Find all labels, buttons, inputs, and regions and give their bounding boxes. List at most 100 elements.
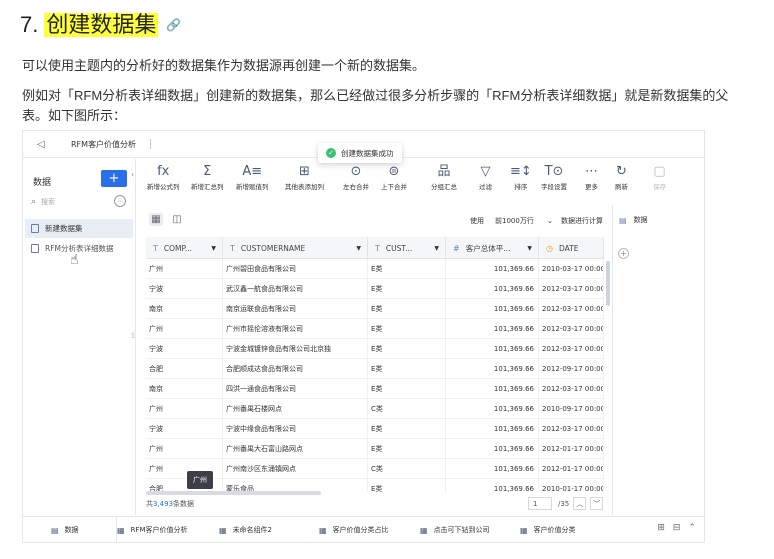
- toolbar-button-4[interactable]: ⊙ 左右合并: [343, 163, 369, 191]
- table-cell: 武汉鑫一航食品有限公司: [223, 279, 368, 299]
- layout-view-icon[interactable]: ◫: [170, 213, 184, 226]
- table-cell: 101,369.66: [446, 479, 539, 492]
- table-cell: E类: [368, 439, 446, 459]
- bottom-tab-0[interactable]: ▤ 数据: [51, 517, 117, 542]
- table-cell: 101,369.66: [446, 459, 539, 479]
- toolbar-icon: A≡: [242, 164, 263, 179]
- table-cell: 101,369.66: [446, 339, 539, 359]
- more-icon[interactable]: ⋯: [114, 195, 126, 207]
- table-cell: 2010-09-17 00:00:0: [539, 399, 604, 419]
- file-icon: [31, 224, 39, 233]
- table-row[interactable]: 广州广州南沙区东涌镇网点C类101,369.662012-01-17 00:00…: [146, 459, 604, 479]
- column-label: CUSTOMERNAME: [240, 243, 306, 253]
- rows-select[interactable]: 前1000万行 ⌄: [493, 214, 555, 227]
- caret-down-icon[interactable]: ▼: [356, 245, 361, 252]
- drag-handle[interactable]: ⁞⁞: [131, 331, 135, 340]
- bottom-tab-2[interactable]: ▦ 未命名组件2: [219, 517, 319, 542]
- toolbar-button-2[interactable]: A≡ 新增赋值列: [236, 163, 269, 191]
- add-component-icon[interactable]: ⊞: [657, 523, 665, 533]
- collapse-icon[interactable]: ‹: [131, 170, 134, 179]
- toolbar-button-3[interactable]: ⊞ 其他表添加列: [285, 163, 324, 191]
- bottom-tab-5[interactable]: ▦ 客户价值分类: [520, 517, 620, 542]
- table-row[interactable]: 宁波宁波中缘食品有限公司E类101,369.662012-03-17 00:00…: [146, 419, 604, 439]
- column-label: 客户总体平...: [465, 243, 511, 253]
- sidebar-item-rfm-detail[interactable]: RFM分析表详细数据: [25, 239, 133, 258]
- page-up-icon[interactable]: ︿: [573, 497, 587, 510]
- page-count: /35: [558, 499, 570, 508]
- horizontal-scrollbar[interactable]: [146, 491, 321, 495]
- toolbar-button-6[interactable]: 品分组汇总: [431, 163, 457, 191]
- caret-down-icon[interactable]: ▼: [211, 245, 216, 252]
- table-cell: E类: [368, 379, 446, 399]
- dashboard-icon: ▦: [520, 525, 528, 535]
- toolbar-button-5[interactable]: ⊜ 上下合并: [381, 163, 407, 191]
- table-cell: 宁波: [146, 419, 223, 439]
- bottom-tab-3[interactable]: ▦ 客户价值分类占比: [319, 517, 420, 542]
- table-row[interactable]: 广州 广州市摇伦溶液有限公司 E类 101,369.66 2012-03-17 00:0…: [146, 319, 604, 339]
- table-row[interactable]: 宁波 宁波金城镀锌食品有限公司北京独 E类 101,369.66 2012-03-17 …: [146, 339, 604, 359]
- column-header[interactable]: T CUSTOMERNAME ▼: [223, 237, 368, 259]
- table-cell: E类: [368, 419, 446, 439]
- column-header[interactable]: # 客户总体平... ▼: [446, 237, 539, 259]
- column-header[interactable]: T CUST... ▼: [368, 237, 446, 259]
- calc-label: 数据进行计算: [561, 217, 603, 225]
- column-header[interactable]: ◷ DATE: [539, 237, 604, 259]
- toolbar-button-12[interactable]: ▢ 保存: [653, 163, 666, 191]
- toolbar-icon: ≡↕: [510, 164, 532, 179]
- table-cell: 合肥顺成达食品有限公司: [223, 359, 368, 379]
- page-input[interactable]: 1: [528, 497, 552, 510]
- toolbar-label: 过滤: [479, 183, 492, 191]
- back-icon[interactable]: ◁: [37, 139, 53, 150]
- toast-text: 创建数据集成功: [341, 148, 394, 158]
- table-row[interactable]: 南京四洪一通食品有限公司E类101,369.662012-03-17 00:00…: [146, 379, 604, 399]
- table-cell: C类: [368, 399, 446, 419]
- bottom-tab-4[interactable]: ▦ 点击可下钻到公司: [420, 517, 520, 542]
- toolbar-button-10[interactable]: ⋯ 更多: [585, 163, 598, 191]
- table-cell: 101,369.66: [446, 419, 539, 439]
- toolbar-button-7[interactable]: ▽ 过滤: [479, 163, 492, 191]
- table-row[interactable]: 合肥 合肥顺成达食品有限公司 E类 101,369.66 2012-09-17 00:0…: [146, 359, 604, 379]
- table-row[interactable]: 宁波 武汉鑫一航食品有限公司 E类 101,369.66 2012-03-17 00:0…: [146, 279, 604, 299]
- table-row[interactable]: 广州广州番禺石楼网点C类101,369.662010-09-17 00:00:0: [146, 399, 604, 419]
- sidebar-search[interactable]: ⌕ 搜索: [31, 194, 111, 210]
- bottom-tab-1[interactable]: ▦ RFM客户价值分析: [117, 517, 219, 542]
- text-type-icon: T: [230, 243, 235, 253]
- page-down-icon[interactable]: ﹀: [590, 497, 604, 510]
- toolbar-label: 新增赋值列: [236, 183, 269, 191]
- add-dataset-button[interactable]: +: [101, 170, 127, 187]
- toolbar-button-0[interactable]: fx 新增公式列: [147, 163, 180, 191]
- grid-view-icon[interactable]: ▦: [149, 213, 163, 226]
- link-anchor-icon[interactable]: 🔗: [166, 18, 181, 32]
- bottom-tab-label: 客户价值分类: [533, 526, 576, 534]
- vertical-scrollbar[interactable]: [606, 261, 610, 306]
- add-dashboard-icon[interactable]: ⊟: [673, 523, 681, 533]
- doc-heading: 7. 创建数据集 🔗: [20, 12, 181, 38]
- toolbar-button-11[interactable]: ↻ 刷新: [615, 163, 628, 191]
- caret-down-icon[interactable]: ▼: [527, 245, 532, 252]
- toolbar-button-8[interactable]: ≡↕ 排序: [510, 163, 532, 191]
- caret-down-icon[interactable]: ▼: [434, 245, 439, 252]
- toolbar-icon: Σ: [203, 164, 212, 179]
- toolbar-label: 左右合并: [343, 183, 369, 191]
- right-panel-item[interactable]: ▤ 数据: [619, 215, 648, 225]
- bottom-tab-label: 未命名组件2: [232, 526, 273, 534]
- table-row[interactable]: 南京南京运联食品有限公司E类101,369.662012-03-17 00:00…: [146, 299, 604, 319]
- add-icon[interactable]: +: [618, 248, 629, 259]
- dashboard-icon: ▦: [219, 525, 227, 535]
- table-row[interactable]: 广州广州碧田食品有限公司E类101,369.662010-03-17 00:00…: [146, 259, 604, 279]
- file-icon: [31, 244, 39, 253]
- search-icon: ⌕: [31, 197, 37, 207]
- column-header[interactable]: T COMP... ▼: [146, 237, 223, 259]
- table-cell: C类: [368, 459, 446, 479]
- table-cell: E类: [368, 299, 446, 319]
- table-cell: 101,369.66: [446, 399, 539, 419]
- total-prefix: 共: [146, 500, 153, 508]
- toolbar-button-1[interactable]: Σ 新增汇总列: [191, 163, 224, 191]
- table-row[interactable]: 广州 广州番禺大石富山路网点 E类 101,369.66 2012-01-17 00:0…: [146, 439, 604, 459]
- toolbar-button-9[interactable]: T⊙ 字段设置: [541, 163, 567, 191]
- sidebar-item-new-dataset[interactable]: 新建数据集: [25, 219, 133, 238]
- hand-cursor-icon: ☝: [70, 252, 79, 268]
- expand-icon[interactable]: ⌃: [688, 523, 696, 533]
- sidebar-item-label: RFM分析表详细数据: [45, 244, 114, 253]
- row-total: 共3,493条数据: [146, 499, 194, 509]
